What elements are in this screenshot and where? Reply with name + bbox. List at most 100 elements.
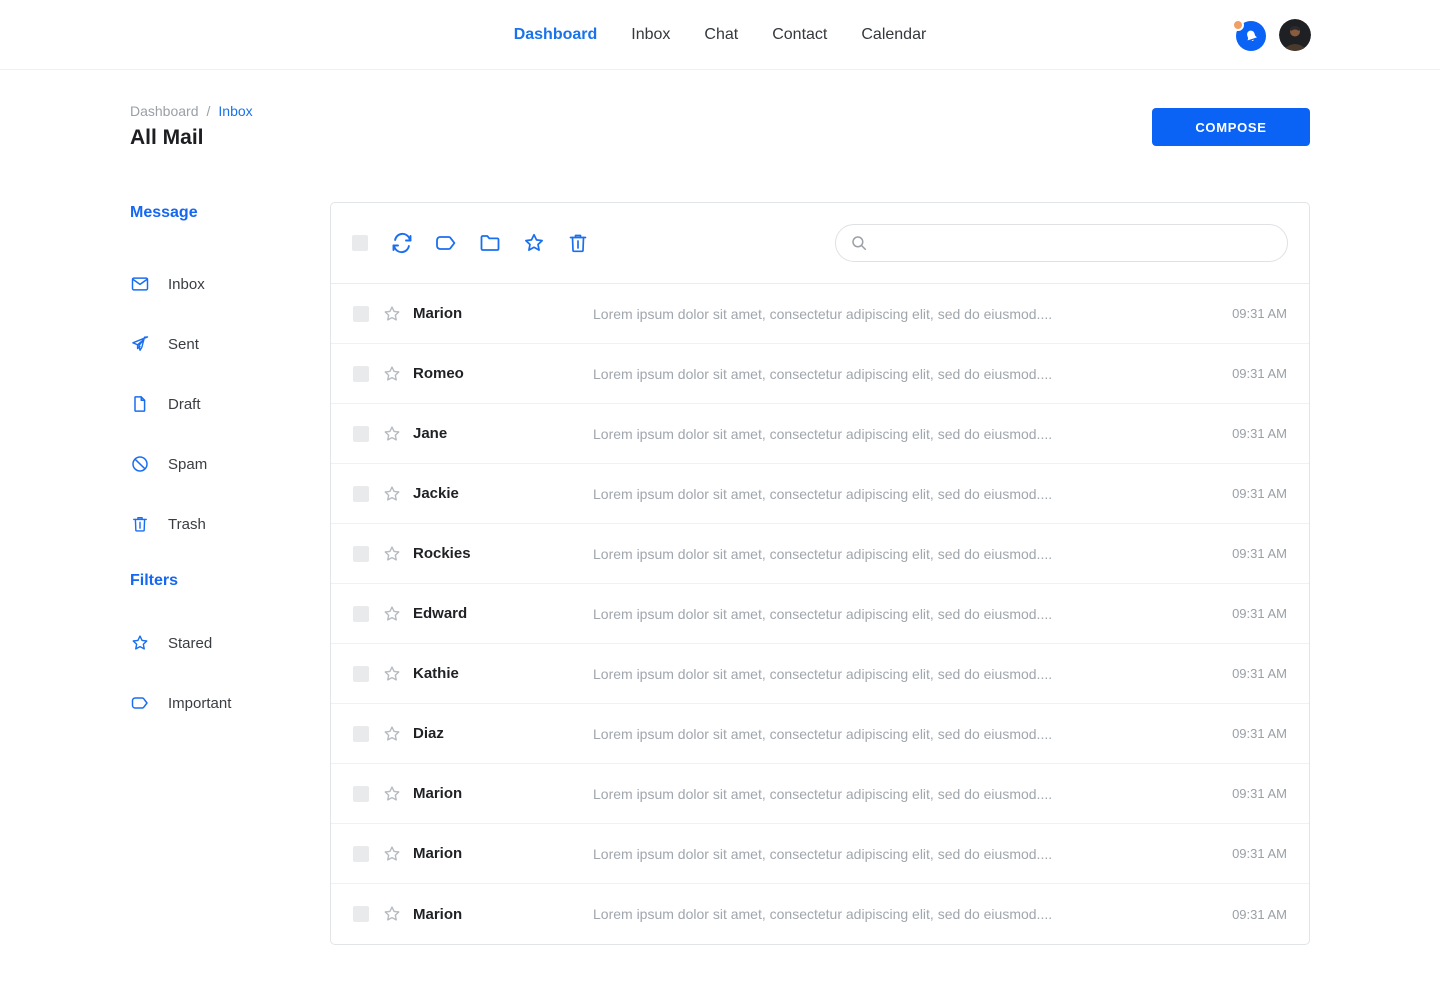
mail-row[interactable]: EdwardLorem ipsum dolor sit amet, consec… (331, 584, 1309, 644)
mail-row[interactable]: MarionLorem ipsum dolor sit amet, consec… (331, 764, 1309, 824)
refresh-icon[interactable] (390, 231, 414, 255)
mail-time: 09:31 AM (1232, 846, 1287, 861)
row-checkbox[interactable] (353, 906, 369, 922)
mail-time: 09:31 AM (1232, 426, 1287, 441)
nav-item-calendar[interactable]: Calendar (861, 26, 926, 44)
star-icon[interactable] (382, 604, 402, 624)
sidebar-item-label: Important (168, 695, 231, 712)
breadcrumb: Dashboard / Inbox (130, 103, 1310, 119)
star-icon[interactable] (382, 904, 402, 924)
sidebar-item-sent[interactable]: Sent (130, 314, 330, 374)
header-right (1232, 0, 1311, 70)
sidebar-item-important[interactable]: Important (130, 673, 330, 733)
mail-row[interactable]: KathieLorem ipsum dolor sit amet, consec… (331, 644, 1309, 704)
mail-row[interactable]: RockiesLorem ipsum dolor sit amet, conse… (331, 524, 1309, 584)
sent-icon (130, 334, 150, 354)
trash-icon[interactable] (566, 231, 590, 255)
sidebar-item-label: Inbox (168, 276, 205, 293)
mail-sender: Rockies (413, 545, 593, 562)
mail-row[interactable]: JackieLorem ipsum dolor sit amet, consec… (331, 464, 1309, 524)
row-checkbox[interactable] (353, 726, 369, 742)
label-icon (130, 693, 150, 713)
sidebar-item-inbox[interactable]: Inbox (130, 254, 330, 314)
mail-sender: Diaz (413, 725, 593, 742)
sidebar-item-label: Sent (168, 336, 199, 353)
mail-row[interactable]: MarionLorem ipsum dolor sit amet, consec… (331, 884, 1309, 944)
trash-icon (130, 514, 150, 534)
row-checkbox[interactable] (353, 666, 369, 682)
breadcrumb-separator: / (207, 103, 211, 119)
mail-time: 09:31 AM (1232, 366, 1287, 381)
star-icon[interactable] (382, 664, 402, 684)
mail-panel: MarionLorem ipsum dolor sit amet, consec… (330, 202, 1310, 945)
nav-item-dashboard[interactable]: Dashboard (514, 26, 598, 44)
main-nav: Dashboard Inbox Chat Contact Calendar (514, 26, 927, 44)
star-icon[interactable] (382, 424, 402, 444)
mail-row[interactable]: DiazLorem ipsum dolor sit amet, consecte… (331, 704, 1309, 764)
star-icon[interactable] (382, 724, 402, 744)
star-icon[interactable] (522, 231, 546, 255)
mail-row[interactable]: MarionLorem ipsum dolor sit amet, consec… (331, 284, 1309, 344)
toolbar-icons (390, 231, 590, 255)
sidebar-item-trash[interactable]: Trash (130, 494, 330, 554)
mail-row[interactable]: MarionLorem ipsum dolor sit amet, consec… (331, 824, 1309, 884)
mail-preview: Lorem ipsum dolor sit amet, consectetur … (593, 426, 1212, 442)
mail-sender: Marion (413, 785, 593, 802)
star-icon[interactable] (382, 304, 402, 324)
star-icon[interactable] (382, 364, 402, 384)
select-all-checkbox[interactable] (352, 235, 368, 251)
mail-preview: Lorem ipsum dolor sit amet, consectetur … (593, 666, 1212, 682)
sidebar-item-stared[interactable]: Stared (130, 613, 330, 673)
mail-list: MarionLorem ipsum dolor sit amet, consec… (331, 284, 1309, 944)
notification-badge (1232, 19, 1244, 31)
mail-sender: Jane (413, 425, 593, 442)
mail-preview: Lorem ipsum dolor sit amet, consectetur … (593, 486, 1212, 502)
app-header: Dashboard Inbox Chat Contact Calendar (0, 0, 1440, 70)
star-icon[interactable] (382, 784, 402, 804)
mail-toolbar (331, 203, 1309, 284)
search-input[interactable] (877, 235, 1273, 251)
breadcrumb-inbox[interactable]: Inbox (218, 103, 252, 119)
breadcrumb-dashboard[interactable]: Dashboard (130, 103, 199, 119)
nav-item-chat[interactable]: Chat (704, 26, 738, 44)
mail-time: 09:31 AM (1232, 606, 1287, 621)
mail-time: 09:31 AM (1232, 486, 1287, 501)
page-head: Dashboard / Inbox All Mail COMPOSE (130, 70, 1310, 150)
mail-preview: Lorem ipsum dolor sit amet, consectetur … (593, 606, 1212, 622)
sidebar-item-draft[interactable]: Draft (130, 374, 330, 434)
mail-preview: Lorem ipsum dolor sit amet, consectetur … (593, 906, 1212, 922)
star-icon[interactable] (382, 544, 402, 564)
mail-time: 09:31 AM (1232, 726, 1287, 741)
row-checkbox[interactable] (353, 366, 369, 382)
row-checkbox[interactable] (353, 846, 369, 862)
mail-sender: Marion (413, 305, 593, 322)
star-icon[interactable] (382, 484, 402, 504)
row-checkbox[interactable] (353, 786, 369, 802)
sidebar-item-spam[interactable]: Spam (130, 434, 330, 494)
row-checkbox[interactable] (353, 306, 369, 322)
user-avatar[interactable] (1279, 19, 1311, 51)
mail-preview: Lorem ipsum dolor sit amet, consectetur … (593, 726, 1212, 742)
mail-preview: Lorem ipsum dolor sit amet, consectetur … (593, 846, 1212, 862)
mail-row[interactable]: RomeoLorem ipsum dolor sit amet, consect… (331, 344, 1309, 404)
mail-row[interactable]: JaneLorem ipsum dolor sit amet, consecte… (331, 404, 1309, 464)
row-checkbox[interactable] (353, 546, 369, 562)
star-icon[interactable] (382, 844, 402, 864)
folder-icon[interactable] (478, 231, 502, 255)
compose-button[interactable]: COMPOSE (1152, 108, 1310, 146)
mail-preview: Lorem ipsum dolor sit amet, consectetur … (593, 546, 1212, 562)
row-checkbox[interactable] (353, 486, 369, 502)
mail-time: 09:31 AM (1232, 786, 1287, 801)
sidebar-item-label: Trash (168, 516, 206, 533)
mail-sender: Kathie (413, 665, 593, 682)
row-checkbox[interactable] (353, 426, 369, 442)
sidebar-item-label: Draft (168, 396, 201, 413)
label-icon[interactable] (434, 231, 458, 255)
row-checkbox[interactable] (353, 606, 369, 622)
spam-icon (130, 454, 150, 474)
mail-time: 09:31 AM (1232, 907, 1287, 922)
mail-preview: Lorem ipsum dolor sit amet, consectetur … (593, 786, 1212, 802)
nav-item-contact[interactable]: Contact (772, 26, 827, 44)
nav-item-inbox[interactable]: Inbox (631, 26, 670, 44)
notifications-button[interactable] (1232, 18, 1266, 52)
